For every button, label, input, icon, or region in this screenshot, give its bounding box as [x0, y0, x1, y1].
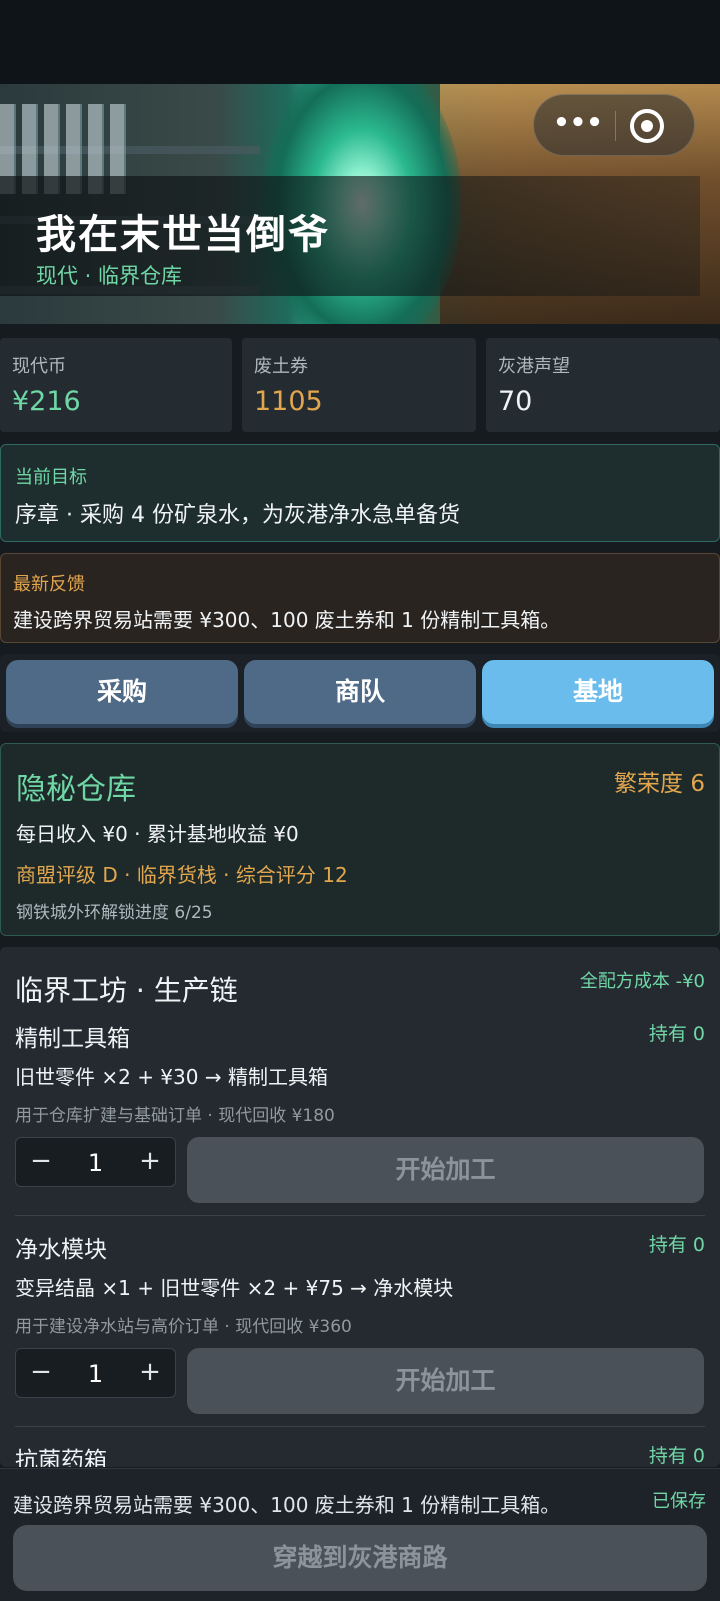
recipe-item: 净水模块 持有 0 变异结晶 ×1 + 旧世零件 ×2 + ¥75 → 净水模块… — [0, 1230, 720, 1440]
travel-button[interactable]: 穿越到灰港商路 — [13, 1525, 707, 1591]
base-name: 隐秘仓库 — [16, 772, 136, 807]
recipe-total-cost: 全配方成本 -¥0 — [579, 971, 705, 992]
increment-button[interactable]: + — [125, 1138, 175, 1186]
rating-line: 商盟评级 D · 临界货栈 · 综合评分 12 — [16, 863, 348, 887]
stat-label: 灰港声望 — [498, 356, 570, 377]
increment-button[interactable]: + — [125, 1349, 175, 1397]
quantity-value: 1 — [87, 1360, 104, 1388]
current-goal-card: 当前目标 序章 · 采购 4 份矿泉水，为灰港净水急单备货 — [0, 444, 720, 542]
tab-base[interactable]: 基地 — [482, 660, 714, 724]
workshop-title: 临界工坊 · 生产链 — [15, 974, 238, 1007]
start-processing-button[interactable]: 开始加工 — [187, 1348, 704, 1414]
recipe-holding: 持有 0 — [648, 1234, 705, 1256]
goal-label: 当前目标 — [15, 467, 87, 488]
unlock-progress: 钢铁城外环解锁进度 6/25 — [16, 903, 213, 923]
more-icon[interactable]: ••• — [548, 105, 608, 145]
recipe-description: 用于建设净水站与高价订单 · 现代回收 ¥360 — [15, 1317, 352, 1337]
recipe-name: 抗菌药箱 — [15, 1448, 107, 1467]
game-title: 我在末世当倒爷 — [36, 212, 330, 258]
feedback-label: 最新反馈 — [13, 574, 85, 595]
decrement-button[interactable]: − — [16, 1349, 66, 1397]
tab-bar: 采购 商队 基地 — [0, 654, 720, 732]
recipe-holding: 持有 0 — [648, 1445, 705, 1467]
income-line: 每日收入 ¥0 · 累计基地收益 ¥0 — [16, 822, 299, 846]
recipe-name: 净水模块 — [15, 1237, 107, 1263]
capsule-divider — [615, 111, 616, 141]
stat-value: 1105 — [254, 386, 323, 417]
tab-purchase[interactable]: 采购 — [6, 660, 238, 724]
feedback-text: 建设跨界贸易站需要 ¥300、100 废土券和 1 份精制工具箱。 — [13, 608, 561, 632]
start-processing-button[interactable]: 开始加工 — [187, 1137, 704, 1203]
recipe-formula: 旧世零件 ×2 + ¥30 → 精制工具箱 — [15, 1065, 328, 1089]
tab-caravan[interactable]: 商队 — [244, 660, 476, 724]
divider — [15, 1426, 705, 1427]
stat-label: 现代币 — [12, 356, 66, 377]
status-bar — [0, 0, 720, 84]
recipe-description: 用于仓库扩建与基础订单 · 现代回收 ¥180 — [15, 1106, 335, 1126]
stat-value: 70 — [498, 386, 533, 417]
decrement-button[interactable]: − — [16, 1138, 66, 1186]
stat-label: 废土券 — [254, 356, 308, 377]
goal-text: 序章 · 采购 4 份矿泉水，为灰港净水急单备货 — [15, 503, 460, 528]
mini-program-capsule: ••• — [533, 94, 695, 156]
latest-feedback-card: 最新反馈 建设跨界贸易站需要 ¥300、100 废土券和 1 份精制工具箱。 — [0, 553, 720, 643]
footer-message: 建设跨界贸易站需要 ¥300、100 废土券和 1 份精制工具箱。 — [13, 1493, 561, 1517]
stat-card-wasteland-coupon: 废土券 1105 — [242, 338, 476, 432]
quantity-stepper: − 1 + — [15, 1137, 176, 1187]
recipe-item: 抗菌药箱 持有 0 — [0, 1441, 720, 1467]
workshop-panel: 临界工坊 · 生产链 全配方成本 -¥0 精制工具箱 持有 0 旧世零件 ×2 … — [0, 947, 720, 1467]
recipe-formula: 变异结晶 ×1 + 旧世零件 ×2 + ¥75 → 净水模块 — [15, 1276, 454, 1300]
base-card: 隐秘仓库 繁荣度 6 每日收入 ¥0 · 累计基地收益 ¥0 商盟评级 D · … — [0, 743, 720, 936]
quantity-value: 1 — [87, 1149, 104, 1177]
save-status: 已保存 — [652, 1491, 706, 1512]
recipe-name: 精制工具箱 — [15, 1026, 130, 1052]
prosperity-value: 繁荣度 6 — [614, 771, 705, 797]
stat-card-reputation: 灰港声望 70 — [486, 338, 720, 432]
stat-card-modern-currency: 现代币 ¥216 — [0, 338, 232, 432]
recipe-item: 精制工具箱 持有 0 旧世零件 ×2 + ¥30 → 精制工具箱 用于仓库扩建与… — [0, 1019, 720, 1229]
stat-value: ¥216 — [12, 386, 81, 417]
location-subtitle: 现代 · 临界仓库 — [36, 264, 183, 288]
quantity-stepper: − 1 + — [15, 1348, 176, 1398]
bottom-action-bar: 建设跨界贸易站需要 ¥300、100 废土券和 1 份精制工具箱。 已保存 穿越… — [0, 1468, 720, 1601]
hero-banner: 我在末世当倒爷 现代 · 临界仓库 ••• — [0, 84, 720, 324]
divider — [15, 1215, 705, 1216]
recipe-holding: 持有 0 — [648, 1023, 705, 1045]
close-target-icon[interactable] — [630, 109, 664, 143]
